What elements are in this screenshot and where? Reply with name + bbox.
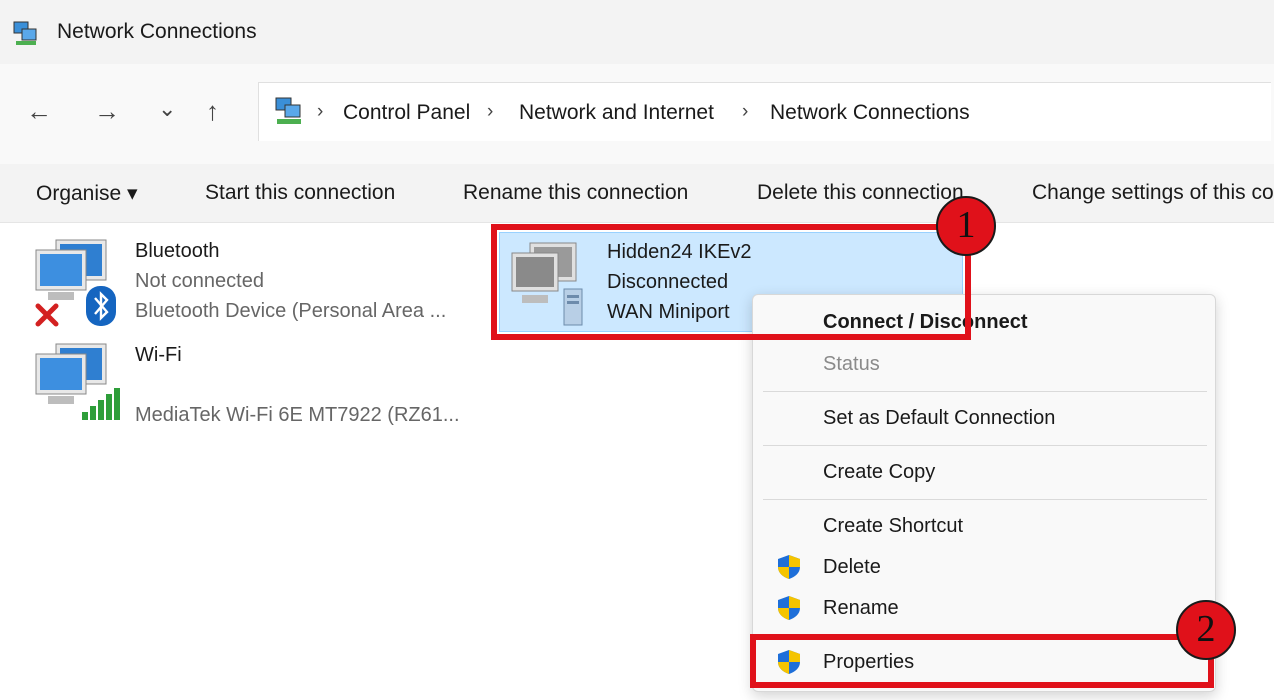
change-settings-button[interactable]: Change settings of this connection (1032, 181, 1274, 205)
control-panel-icon (275, 97, 301, 124)
breadcrumb-control-panel[interactable]: Control Panel (343, 101, 470, 125)
menu-item-create-shortcut[interactable]: Create Shortcut (823, 515, 963, 538)
menu-item-delete[interactable]: Delete (823, 556, 881, 579)
menu-item-rename[interactable]: Rename (823, 597, 899, 620)
connection-device: Bluetooth Device (Personal Area ... (135, 300, 447, 322)
rename-connection-button[interactable]: Rename this connection (463, 181, 688, 205)
uac-shield-icon (778, 555, 800, 579)
command-toolbar: Organise ▾ Start this connection Rename … (0, 164, 1274, 223)
menu-item-create-copy[interactable]: Create Copy (823, 461, 935, 484)
uac-shield-icon (778, 596, 800, 620)
annotation-step-2: 2 (1176, 600, 1236, 660)
recent-locations-icon[interactable]: ⌄ (158, 94, 176, 124)
disconnected-x-icon (35, 303, 59, 327)
breadcrumb-separator: › (317, 101, 324, 122)
network-connections-icon (13, 21, 37, 45)
organise-button[interactable]: Organise ▾ (36, 181, 138, 206)
wifi-signal-icon (82, 388, 120, 420)
delete-connection-button[interactable]: Delete this connection (757, 181, 964, 205)
bluetooth-icon (86, 286, 116, 326)
start-connection-button[interactable]: Start this connection (205, 181, 395, 205)
breadcrumb-network-connections[interactable]: Network Connections (770, 101, 970, 125)
breadcrumb-network-and-internet[interactable]: Network and Internet (519, 101, 714, 125)
connection-wifi[interactable]: Wi-Fi MediaTek Wi-Fi 6E MT7922 (RZ61... (30, 340, 480, 436)
menu-separator (763, 391, 1207, 392)
menu-separator (763, 445, 1207, 446)
connection-name: Wi-Fi (135, 344, 182, 366)
breadcrumb-separator: › (742, 101, 749, 122)
connection-device: MediaTek Wi-Fi 6E MT7922 (RZ61... (135, 404, 460, 426)
forward-icon[interactable]: → (94, 96, 120, 126)
up-icon[interactable]: ↑ (206, 96, 219, 126)
menu-item-status: Status (823, 353, 880, 375)
annotation-highlight-properties (750, 634, 1214, 688)
back-icon[interactable]: ← (26, 96, 52, 126)
menu-separator (763, 499, 1207, 500)
menu-item-set-default[interactable]: Set as Default Connection (823, 407, 1055, 430)
annotation-highlight-connection (491, 224, 971, 340)
title-bar: Network Connections (0, 0, 1274, 64)
annotation-step-1: 1 (936, 196, 996, 256)
connection-name: Bluetooth (135, 240, 220, 262)
connection-bluetooth[interactable]: Bluetooth Not connected Bluetooth Device… (30, 236, 480, 332)
context-menu: Connect / Disconnect Status Set as Defau… (752, 294, 1216, 692)
window-title: Network Connections (57, 20, 257, 43)
breadcrumb-separator: › (487, 101, 494, 122)
connection-status: Not connected (135, 270, 264, 292)
address-bar[interactable]: › Control Panel › Network and Internet ›… (258, 82, 1271, 141)
